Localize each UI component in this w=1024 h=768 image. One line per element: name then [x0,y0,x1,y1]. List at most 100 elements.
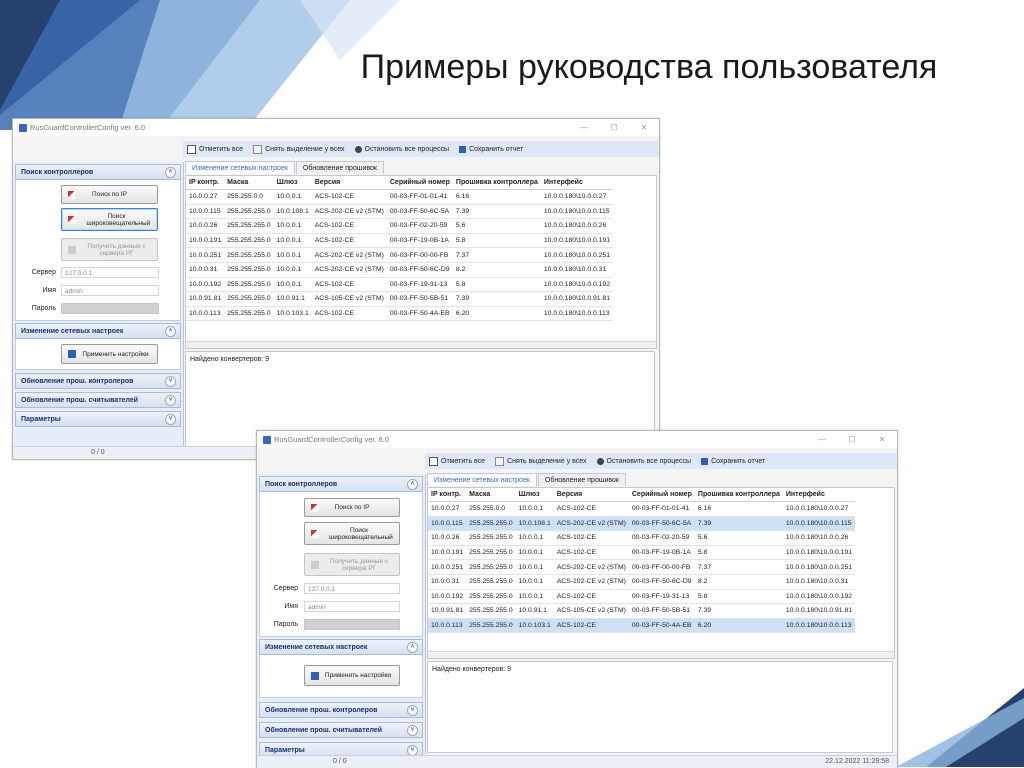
table-row[interactable]: 10.0.0.27 255.255.0.0 10.0.0.1 ACS-102-CE 00… [186,189,614,205]
column-header[interactable]: Шлюз [515,488,554,502]
search-section-title: Поиск контроллеров [265,480,338,488]
table-row[interactable]: 10.0.0.26 255.255.255.0 10.0.0.1 ACS-102-CE… [186,218,614,234]
get-server-data-button[interactable]: Получить данные с сервера РГ [61,238,158,261]
password-field[interactable] [304,619,400,630]
table-row[interactable]: 10.0.0.115 255.255.255.0 10.0.108.1 ACS-202… [428,516,856,532]
collapse-icon[interactable]: ˄ [165,326,176,337]
column-header[interactable]: Маска [466,488,516,502]
table-cell: 255.255.0.0 [466,501,516,517]
server-field[interactable]: 127.0.0.1 [61,267,159,278]
check-all-button[interactable]: Отметить все [187,144,243,154]
column-header[interactable]: Прошивка контроллера [694,488,783,502]
search-section-header[interactable]: Поиск контроллеров ˄ [259,476,423,492]
apply-settings-button[interactable]: Применить настройки [61,344,158,364]
uncheck-all-button[interactable]: Снять выделение у всех [253,144,345,154]
check-all-button[interactable]: Отметить все [429,456,485,466]
table-row[interactable]: 10.0.0.31 255.255.255.0 10.0.0.1 ACS-202-CE… [428,574,856,590]
expand-icon[interactable]: ˅ [165,395,176,406]
search-ip-button[interactable]: Поиск по IP [61,185,158,204]
table-row[interactable]: 10.0.0.192 255.255.255.0 10.0.0.1 ACS-102-C… [186,277,614,293]
table-cell: 10.0.0.180\10.0.0.27 [782,501,856,517]
params-section-title: Параметры [265,746,305,754]
horizontal-scrollbar[interactable] [428,651,894,658]
collapse-icon[interactable]: ˄ [407,479,418,490]
column-header[interactable]: Интерфейс [782,488,856,502]
name-field[interactable]: admin [61,285,159,296]
table-row[interactable]: 10.0.0.251 255.255.255.0 10.0.0.1 ACS-202-C… [428,559,856,575]
table-cell: 255.255.255.0 [224,262,274,278]
close-icon[interactable]: ✕ [629,123,659,132]
net-section-header[interactable]: Изменение сетевых настроек ˄ [259,639,423,655]
net-section-title: Изменение сетевых настроек [21,327,124,335]
column-header[interactable]: Версия [311,176,387,190]
table-row[interactable]: 10.0.0.251 255.255.255.0 10.0.0.1 ACS-202-C… [186,247,614,263]
expand-icon[interactable]: ˅ [407,705,418,716]
maximize-icon[interactable]: ☐ [837,435,867,444]
table-row[interactable]: 10.0.91.81 255.255.255.0 10.0.91.1 ACS-105-… [186,291,614,307]
column-header[interactable]: Серийный номер [386,176,453,190]
column-header[interactable]: IP контр. [186,176,225,190]
name-label: Имя [284,603,298,610]
minimize-icon[interactable]: — [807,435,837,444]
server-field[interactable]: 127.0.0.1 [304,583,400,594]
broadcast-search-button[interactable]: Поиск широковещательный [61,208,158,231]
table-row[interactable]: 10.0.0.191 255.255.255.0 10.0.0.1 ACS-102-C… [428,545,856,561]
table-cell: 10.0.0.1 [273,218,312,234]
readers-section-header[interactable]: Обновление прош. считывателей ˅ [15,392,181,408]
table-row[interactable]: 10.0.0.27 255.255.0.0 10.0.0.1 ACS-102-CE 00… [428,501,856,517]
tab-network-settings[interactable]: Изменение сетевых настроек [185,161,295,174]
table-row[interactable]: 10.0.0.26 255.255.255.0 10.0.0.1 ACS-102-CE… [428,530,856,546]
name-field[interactable]: admin [304,601,400,612]
collapse-icon[interactable]: ˄ [165,167,176,178]
save-report-button[interactable]: Сохранить отчет [459,145,523,153]
stop-all-label: Остановить все процессы [606,457,692,465]
search-ip-button[interactable]: Поиск по IP [304,498,400,517]
password-field[interactable] [61,303,159,314]
get-server-data-button[interactable]: Получить данные с сервера РГ [304,553,400,576]
expand-icon[interactable]: ˅ [165,376,176,387]
table-row[interactable]: 10.0.0.31 255.255.255.0 10.0.0.1 ACS-202-CE… [186,262,614,278]
stop-all-button[interactable]: Остановить все процессы [596,457,692,465]
save-report-button[interactable]: Сохранить отчет [701,457,765,465]
expand-icon[interactable]: ˅ [165,414,176,425]
column-header[interactable]: Версия [553,488,629,502]
table-cell: 10.0.0.180\10.0.0.192 [540,277,614,293]
column-header[interactable]: Прошивка контроллера [452,176,541,190]
collapse-icon[interactable]: ˄ [407,642,418,653]
fw-section-header[interactable]: Обновление прош. контролеров ˅ [15,373,181,389]
expand-icon[interactable]: ˅ [407,725,418,736]
column-header[interactable]: IP контр. [428,488,467,502]
table-cell: 00-03-FF-19-31-13 [628,589,695,605]
table-row[interactable]: 10.0.0.192 255.255.255.0 10.0.0.1 ACS-102-C… [428,589,856,605]
search-section-header[interactable]: Поиск контроллеров ˄ [15,164,181,180]
column-header[interactable]: Интерфейс [540,176,614,190]
table-row[interactable]: 10.0.0.191 255.255.255.0 10.0.0.1 ACS-102-C… [186,233,614,249]
table-row[interactable]: 10.0.91.81 255.255.255.0 10.0.91.1 ACS-105-… [428,603,856,619]
horizontal-scrollbar[interactable] [186,341,656,348]
table-cell: 10.0.0.180\10.0.0.26 [540,218,614,234]
table-row[interactable]: 10.0.0.115 255.255.255.0 10.0.108.1 ACS-202… [186,204,614,220]
fw-section-header[interactable]: Обновление прош. контролеров ˅ [259,702,423,718]
table-cell: 10.0.0.115 [186,204,225,220]
maximize-icon[interactable]: ☐ [599,123,629,132]
table-row[interactable]: 10.0.0.113 255.255.255.0 10.0.103.1 ACS-102… [428,618,856,634]
broadcast-search-button[interactable]: Поиск широковещательный [304,522,400,545]
uncheck-all-button[interactable]: Снять выделение у всех [495,456,587,466]
tab-firmware-update[interactable]: Обновление прошивок [295,161,384,174]
readers-section-header[interactable]: Обновление прош. считывателей ˅ [259,722,423,738]
params-section-header[interactable]: Параметры ˅ [15,411,181,427]
toolbar: Отметить все Снять выделение у всех Оста… [425,453,897,469]
tab-network-settings[interactable]: Изменение сетевых настроек [427,473,537,486]
net-section-header[interactable]: Изменение сетевых настроек ˄ [15,323,181,339]
table-cell: ACS-102-CE [553,589,629,605]
column-header[interactable]: Шлюз [273,176,312,190]
tab-firmware-update[interactable]: Обновление прошивок [537,473,626,486]
table-cell: 10.0.0.180\10.0.91.81 [540,291,614,307]
column-header[interactable]: Маска [224,176,274,190]
table-row[interactable]: 10.0.0.113 255.255.255.0 10.0.103.1 ACS-102… [186,306,614,322]
stop-all-button[interactable]: Остановить все процессы [354,145,449,153]
minimize-icon[interactable]: — [569,123,599,132]
column-header[interactable]: Серийный номер [628,488,695,502]
apply-settings-button[interactable]: Применить настройки [304,665,400,686]
close-icon[interactable]: ✕ [867,435,897,444]
